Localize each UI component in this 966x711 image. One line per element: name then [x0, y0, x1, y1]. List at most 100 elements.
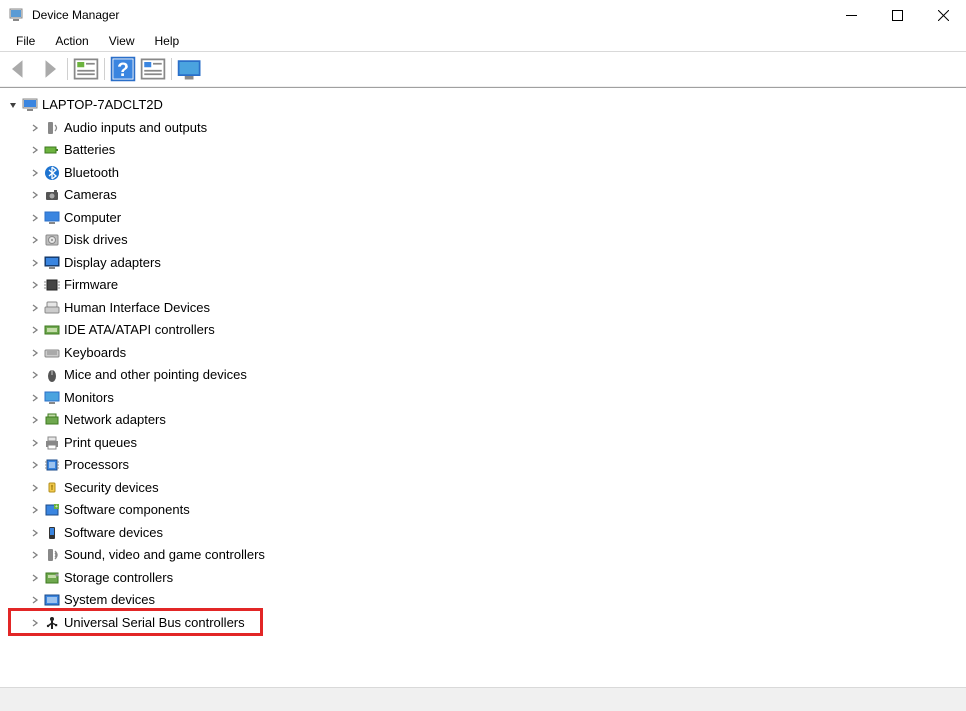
- hid-icon: [44, 300, 60, 316]
- tree-item-label: Processors: [64, 454, 129, 477]
- chevron-right-icon[interactable]: [28, 211, 42, 225]
- firmware-icon: [44, 277, 60, 293]
- menu-view[interactable]: View: [99, 32, 145, 50]
- menu-help[interactable]: Help: [145, 32, 190, 50]
- disk-icon: [44, 232, 60, 248]
- tree-item[interactable]: Disk drives: [6, 229, 966, 252]
- swcomp-icon: [44, 502, 60, 518]
- chevron-right-icon[interactable]: [28, 121, 42, 135]
- tree-item[interactable]: Network adapters: [6, 409, 966, 432]
- toolbar-properties-button[interactable]: [72, 55, 100, 83]
- tree-item-label: Computer: [64, 207, 121, 230]
- chevron-right-icon[interactable]: [28, 593, 42, 607]
- chevron-right-icon[interactable]: [28, 571, 42, 585]
- chevron-right-icon[interactable]: [28, 256, 42, 270]
- app-icon: [8, 7, 24, 23]
- tree-item[interactable]: Keyboards: [6, 342, 966, 365]
- monitor-icon: [44, 390, 60, 406]
- network-icon: [44, 412, 60, 428]
- chevron-right-icon[interactable]: [28, 368, 42, 382]
- menu-file[interactable]: File: [6, 32, 45, 50]
- sound-icon: [44, 547, 60, 563]
- tree-item-label: Bluetooth: [64, 162, 119, 185]
- camera-icon: [44, 187, 60, 203]
- tree-item-label: Firmware: [64, 274, 118, 297]
- tree-item-label: System devices: [64, 589, 155, 612]
- chevron-right-icon[interactable]: [28, 166, 42, 180]
- chevron-right-icon[interactable]: [28, 188, 42, 202]
- tree-item[interactable]: Storage controllers: [6, 567, 966, 590]
- toolbar-help-button[interactable]: ?: [109, 55, 137, 83]
- tree-item-label: Software devices: [64, 522, 163, 545]
- tree-item[interactable]: Security devices: [6, 477, 966, 500]
- toolbar-scan-button[interactable]: [139, 55, 167, 83]
- tree-item[interactable]: Bluetooth: [6, 162, 966, 185]
- toolbar-separator: [171, 58, 172, 80]
- chevron-right-icon[interactable]: [28, 323, 42, 337]
- chevron-right-icon[interactable]: [28, 436, 42, 450]
- tree-item[interactable]: Software devices: [6, 522, 966, 545]
- chevron-right-icon[interactable]: [28, 391, 42, 405]
- tree-item-label: Display adapters: [64, 252, 161, 275]
- chevron-right-icon[interactable]: [28, 413, 42, 427]
- tree-item[interactable]: Batteries: [6, 139, 966, 162]
- tree-item-label: Mice and other pointing devices: [64, 364, 247, 387]
- chevron-right-icon[interactable]: [28, 346, 42, 360]
- chevron-right-icon[interactable]: [28, 143, 42, 157]
- chevron-right-icon[interactable]: [28, 526, 42, 540]
- minimize-button[interactable]: [828, 0, 874, 30]
- tree-item[interactable]: Monitors: [6, 387, 966, 410]
- tree-item[interactable]: System devices: [6, 589, 966, 612]
- chevron-right-icon[interactable]: [28, 503, 42, 517]
- tree-item-label: IDE ATA/ATAPI controllers: [64, 319, 215, 342]
- tree-item[interactable]: Processors: [6, 454, 966, 477]
- tree-root[interactable]: LAPTOP-7ADCLT2D: [6, 94, 966, 117]
- chevron-right-icon[interactable]: [28, 481, 42, 495]
- tree-item[interactable]: IDE ATA/ATAPI controllers: [6, 319, 966, 342]
- security-icon: [44, 480, 60, 496]
- toolbar: ?: [0, 52, 966, 88]
- tree-item-label: Keyboards: [64, 342, 126, 365]
- chevron-right-icon[interactable]: [28, 548, 42, 562]
- tree-item[interactable]: Software components: [6, 499, 966, 522]
- maximize-button[interactable]: [874, 0, 920, 30]
- tree-item[interactable]: Display adapters: [6, 252, 966, 275]
- titlebar: Device Manager: [0, 0, 966, 30]
- tree-item[interactable]: Audio inputs and outputs: [6, 117, 966, 140]
- menu-action[interactable]: Action: [45, 32, 98, 50]
- tree-item[interactable]: Human Interface Devices: [6, 297, 966, 320]
- forward-button[interactable]: [35, 55, 63, 83]
- tree-item[interactable]: Firmware: [6, 274, 966, 297]
- computer-icon: [44, 210, 60, 226]
- tree-item-label: Batteries: [64, 139, 115, 162]
- chevron-right-icon[interactable]: [28, 278, 42, 292]
- system-icon: [44, 592, 60, 608]
- tree-item[interactable]: Print queues: [6, 432, 966, 455]
- tree-item-label: Storage controllers: [64, 567, 173, 590]
- keyboard-icon: [44, 345, 60, 361]
- printer-icon: [44, 435, 60, 451]
- tree-item[interactable]: Cameras: [6, 184, 966, 207]
- toolbar-separator: [67, 58, 68, 80]
- chevron-right-icon[interactable]: [28, 233, 42, 247]
- tree-item[interactable]: Sound, video and game controllers: [6, 544, 966, 567]
- tree-item-label: Cameras: [64, 184, 117, 207]
- tree-item[interactable]: Mice and other pointing devices: [6, 364, 966, 387]
- tree-item-label: Security devices: [64, 477, 159, 500]
- tree-item[interactable]: Universal Serial Bus controllers: [6, 612, 966, 635]
- storage-icon: [44, 570, 60, 586]
- chevron-right-icon[interactable]: [28, 458, 42, 472]
- tree-item[interactable]: Computer: [6, 207, 966, 230]
- toolbar-show-hidden-button[interactable]: [176, 55, 204, 83]
- tree-item-label: Network adapters: [64, 409, 166, 432]
- chevron-right-icon[interactable]: [28, 301, 42, 315]
- usb-icon: [44, 615, 60, 631]
- close-button[interactable]: [920, 0, 966, 30]
- menubar: File Action View Help: [0, 30, 966, 52]
- tree-root-label: LAPTOP-7ADCLT2D: [42, 94, 163, 117]
- swdev-icon: [44, 525, 60, 541]
- chevron-right-icon[interactable]: [28, 616, 42, 630]
- back-button[interactable]: [5, 55, 33, 83]
- bluetooth-icon: [44, 165, 60, 181]
- chevron-down-icon[interactable]: [6, 98, 20, 112]
